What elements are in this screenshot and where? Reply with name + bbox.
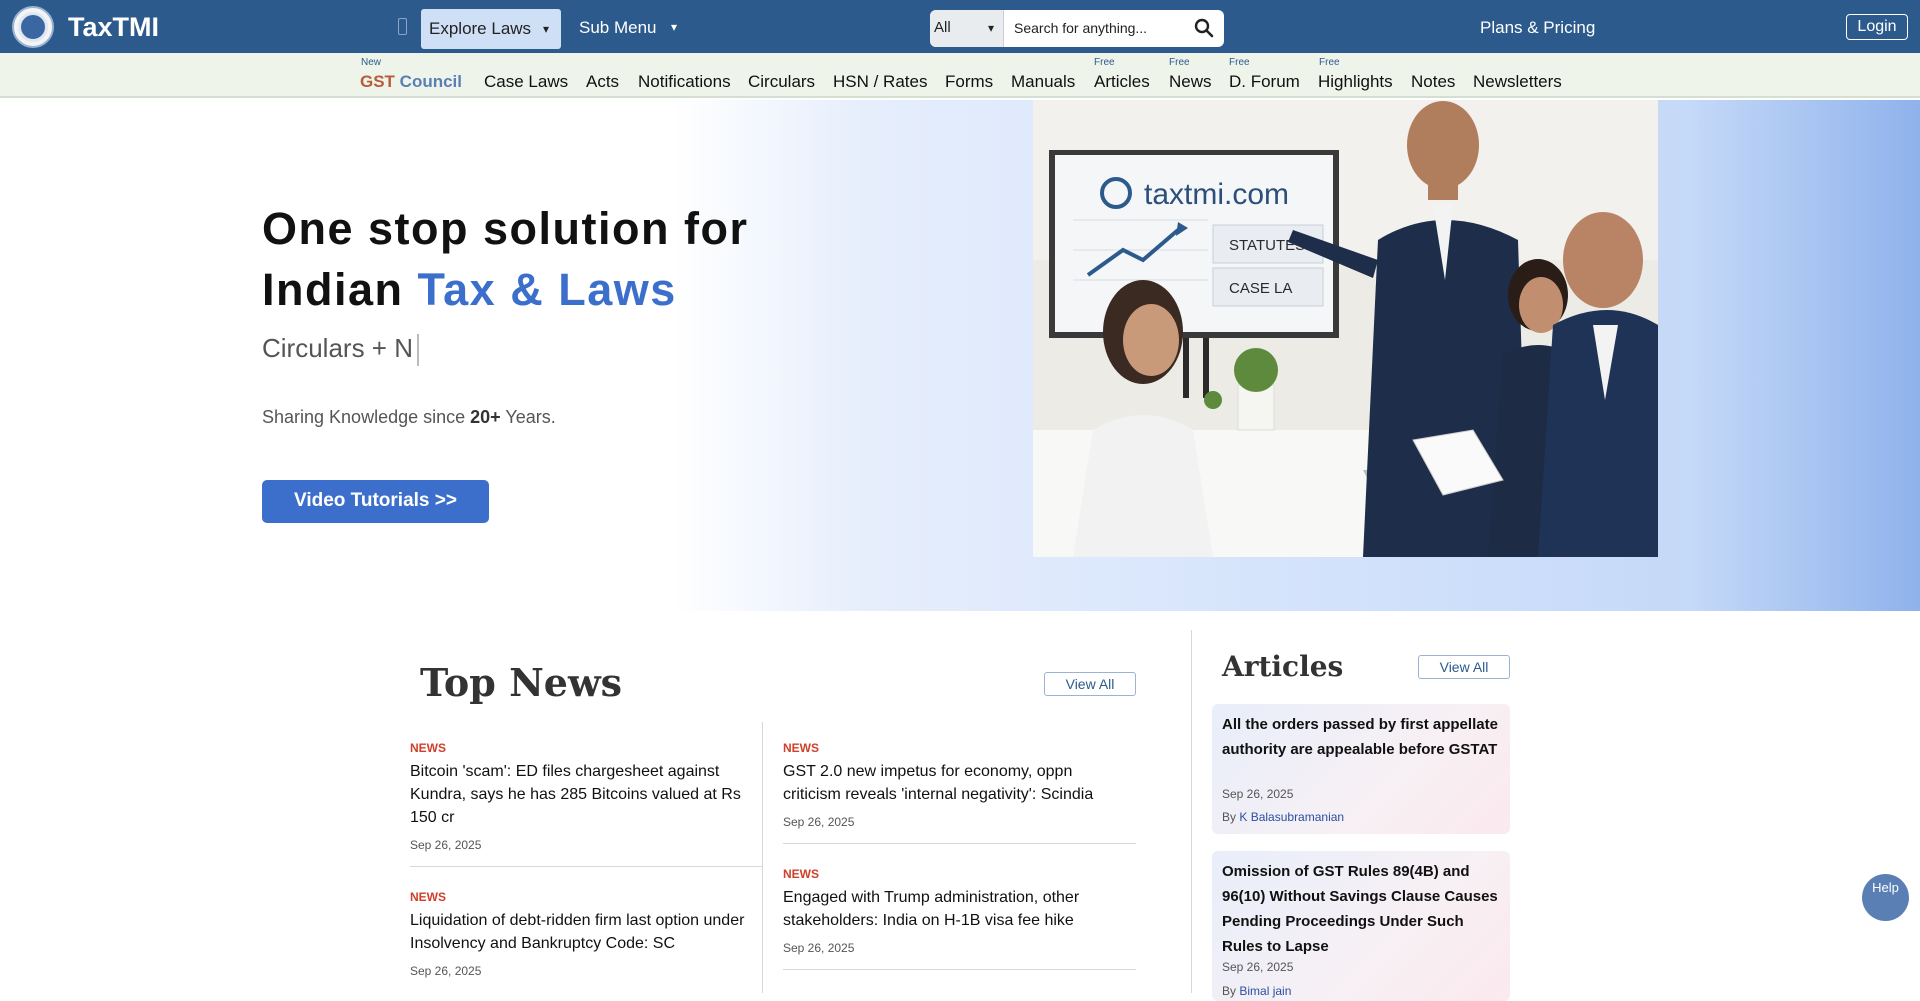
articles-view-all-button[interactable]: View All [1418, 655, 1510, 679]
hero-heading-line1: One stop solution for [262, 203, 749, 254]
article-date: Sep 26, 2025 [1222, 960, 1294, 974]
video-tutorials-button[interactable]: Video Tutorials >> [262, 480, 489, 523]
chevron-down-icon: ▾ [671, 20, 678, 34]
article-byline: By Bimal jain [1222, 984, 1292, 998]
plans-pricing-link[interactable]: Plans & Pricing [1480, 18, 1595, 38]
news-divider [783, 843, 1136, 844]
search-icon[interactable] [1194, 18, 1214, 38]
submenu-button[interactable]: Sub Menu ▾ [579, 18, 677, 38]
article-date: Sep 26, 2025 [1222, 787, 1294, 801]
submenu-label: Sub Menu [579, 18, 657, 37]
nav-item-highlights[interactable]: Highlights [1318, 72, 1393, 92]
article-title-link[interactable]: Omission of GST Rules 89(4B) and 96(10) … [1222, 859, 1502, 959]
news-date: Sep 26, 2025 [410, 964, 482, 978]
article-card[interactable]: Omission of GST Rules 89(4B) and 96(10) … [1212, 851, 1510, 1001]
nav-item-news[interactable]: News [1169, 72, 1212, 92]
nav-item-notes[interactable]: Notes [1411, 72, 1455, 92]
news-divider [783, 969, 1136, 970]
article-card[interactable]: All the orders passed by first appellate… [1212, 704, 1510, 834]
nav-tag-free: Free [1094, 57, 1115, 68]
nav-item-manuals[interactable]: Manuals [1011, 72, 1075, 92]
search-input[interactable]: Search for anything... [1014, 20, 1147, 36]
articles-title: Articles [1222, 650, 1344, 683]
hero-heading-accent: Tax & Laws [417, 264, 677, 315]
explore-laws-label: Explore Laws [429, 19, 532, 38]
chevron-down-icon: ▾ [543, 22, 550, 36]
article-byline: By K Balasubramanian [1222, 810, 1345, 824]
nav-item-articles[interactable]: Articles [1094, 72, 1150, 92]
hero-heading-line2: Indian Tax & Laws [262, 264, 677, 315]
brand-name[interactable]: TaxTMI [68, 12, 159, 43]
news-title-link[interactable]: Bitcoin 'scam': ED files chargesheet aga… [410, 760, 750, 829]
nav-item-newsletters[interactable]: Newsletters [1473, 72, 1562, 92]
help-button[interactable]: Help [1862, 874, 1909, 921]
news-date: Sep 26, 2025 [410, 838, 482, 852]
article-author-link[interactable]: K Balasubramanian [1239, 810, 1344, 824]
nav-item-hsn-rates[interactable]: HSN / Rates [833, 72, 927, 92]
news-tag: NEWS [410, 890, 446, 904]
article-author-link[interactable]: Bimal jain [1239, 984, 1291, 998]
news-date: Sep 26, 2025 [783, 815, 855, 829]
office-scene-image: taxtmi.com STATUTES CASE LA [1033, 100, 1658, 557]
news-tag: NEWS [783, 741, 819, 755]
news-date: Sep 26, 2025 [783, 941, 855, 955]
news-title-link[interactable]: GST 2.0 new impetus for economy, oppn cr… [783, 760, 1133, 806]
news-tag: NEWS [410, 741, 446, 755]
nav-item-gst-council[interactable]: GST Council [360, 72, 462, 92]
search-scope-select[interactable]: All ▾ [930, 10, 1004, 47]
typing-cursor [416, 334, 419, 367]
search-scope-value: All [934, 19, 951, 36]
nav-item-case-laws[interactable]: Case Laws [484, 72, 568, 92]
nav-tag-new: New [361, 57, 382, 68]
sub-navbar: New GST Council Case Laws Acts Notificat… [0, 53, 1920, 98]
news-column-divider [762, 722, 763, 993]
menu-icon[interactable] [398, 18, 407, 35]
nav-item-acts[interactable]: Acts [586, 72, 619, 92]
chevron-down-icon: ▾ [988, 21, 995, 35]
search-bar: All ▾ Search for anything... [930, 10, 1224, 47]
news-title-link[interactable]: Liquidation of debt-ridden firm last opt… [410, 909, 750, 955]
article-title-link[interactable]: All the orders passed by first appellate… [1222, 712, 1502, 762]
board-url: taxtmi.com [1144, 178, 1289, 211]
typed-text: Circulars + N [262, 333, 419, 367]
top-news-title: Top News [420, 660, 623, 705]
nav-item-d-forum[interactable]: D. Forum [1229, 72, 1300, 92]
hero-heading: One stop solution for Indian Tax & Laws [262, 198, 748, 320]
nav-tag-free: Free [1319, 57, 1340, 68]
top-navbar: TaxTMI Explore Laws ▾ Sub Menu ▾ All ▾ S… [0, 0, 1920, 53]
help-label: Help [1872, 880, 1899, 895]
news-divider [410, 866, 762, 867]
since-years: 20+ [470, 407, 501, 427]
since-text: Sharing Knowledge since 20+ Years. [262, 407, 556, 427]
news-tag: NEWS [783, 867, 819, 881]
login-button[interactable]: Login [1846, 14, 1908, 40]
nav-item-circulars[interactable]: Circulars [748, 72, 815, 92]
nav-tag-free: Free [1169, 57, 1190, 68]
hero-illustration: taxtmi.com STATUTES CASE LA [1033, 100, 1658, 557]
board-case-laws: CASE LA [1229, 280, 1292, 297]
nav-item-notifications[interactable]: Notifications [638, 72, 731, 92]
logo-icon[interactable] [12, 6, 54, 48]
explore-laws-button[interactable]: Explore Laws ▾ [421, 9, 561, 49]
hero-section: One stop solution for Indian Tax & Laws … [0, 100, 1920, 611]
section-divider [1191, 630, 1192, 993]
nav-tag-free: Free [1229, 57, 1250, 68]
top-news-view-all-button[interactable]: View All [1044, 672, 1136, 696]
news-title-link[interactable]: Engaged with Trump administration, other… [783, 886, 1133, 932]
nav-item-forms[interactable]: Forms [945, 72, 993, 92]
